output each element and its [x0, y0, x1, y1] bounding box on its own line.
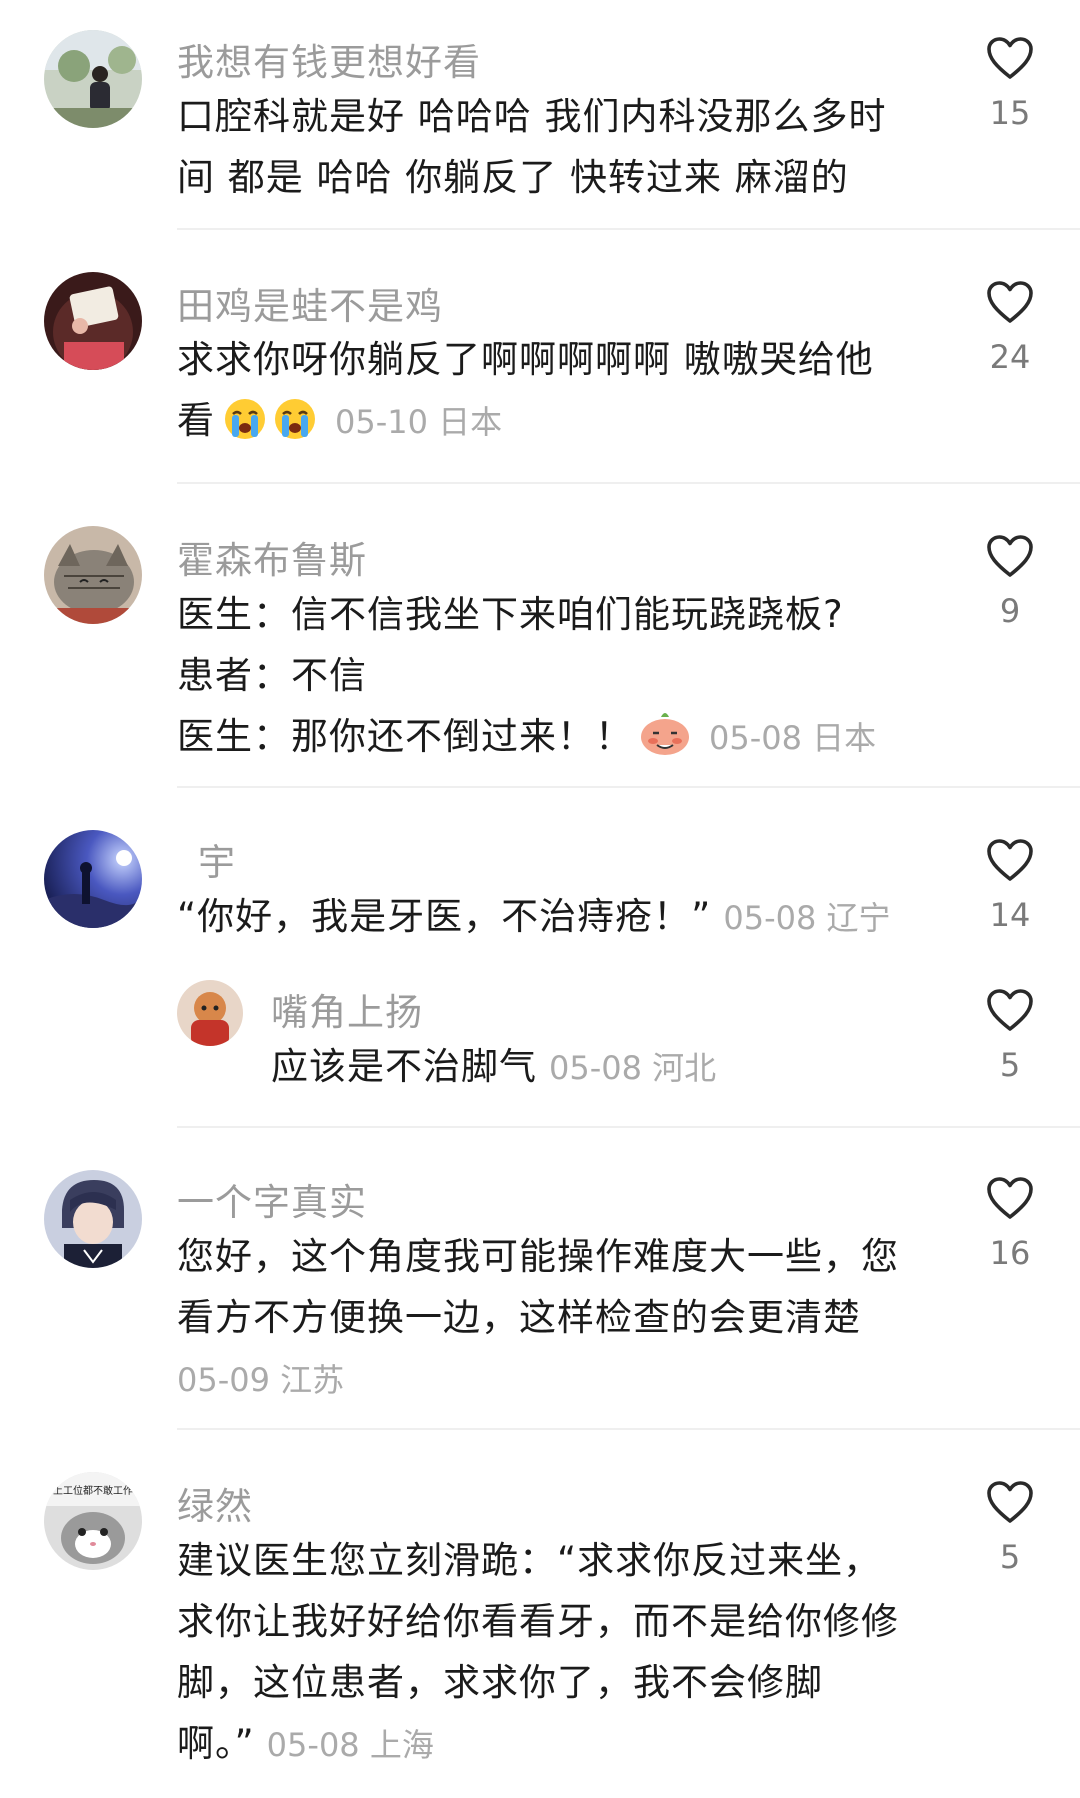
comment-text: “你好，我是牙医，不治痔疮！” 05-08 辽宁	[177, 895, 891, 938]
embarrassed-emoji-icon	[639, 709, 691, 757]
heart-icon[interactable]	[986, 838, 1034, 882]
comment-divider	[177, 482, 1080, 484]
comment-meta: 05-09 江苏	[177, 1361, 345, 1399]
user-avatar[interactable]	[44, 272, 142, 370]
like-count: 14	[989, 896, 1031, 934]
heart-icon[interactable]	[986, 280, 1034, 324]
avatar-caption: 上工位都不敢工作	[53, 1484, 133, 1497]
user-avatar[interactable]: 上工位都不敢工作	[44, 1472, 142, 1570]
user-avatar[interactable]	[44, 1170, 142, 1268]
like-count: 5	[999, 1538, 1021, 1576]
reply-username[interactable]: 嘴角上扬	[271, 982, 423, 1036]
user-avatar[interactable]	[44, 830, 142, 928]
comment-divider	[177, 786, 1080, 788]
username[interactable]: 宇	[198, 832, 236, 886]
heart-icon[interactable]	[986, 988, 1034, 1032]
like-count: 24	[989, 338, 1031, 376]
comment-divider	[177, 228, 1080, 230]
like-count: 16	[989, 1234, 1031, 1272]
heart-icon[interactable]	[986, 1480, 1034, 1524]
like-count: 5	[999, 1046, 1021, 1084]
comment-meta: 05-10 日本	[335, 403, 503, 441]
like-button[interactable]: 24	[975, 280, 1045, 376]
reply-like-button[interactable]: 5	[975, 988, 1045, 1084]
comment-meta: 05-08 辽宁	[723, 899, 891, 937]
comment-text: 您好，这个角度我可能操作难度大一些，您 看方不方便换一边，这样检查的会更清楚 0…	[177, 1235, 899, 1399]
heart-icon[interactable]	[986, 36, 1034, 80]
comment-text: 口腔科就是好 哈哈哈 我们内科没那么多时 间 都是 哈哈 你躺反了 快转过来 麻…	[177, 95, 887, 199]
reply-avatar[interactable]	[177, 980, 243, 1046]
username[interactable]: 绿然	[177, 1476, 253, 1530]
like-button[interactable]: 16	[975, 1176, 1045, 1272]
user-avatar[interactable]	[44, 30, 142, 128]
username[interactable]: 田鸡是蛙不是鸡	[177, 276, 443, 330]
like-button[interactable]: 9	[975, 534, 1045, 630]
like-button[interactable]: 14	[975, 838, 1045, 934]
like-button[interactable]: 5	[975, 1480, 1045, 1576]
username[interactable]: 我想有钱更想好看	[177, 32, 481, 86]
comment-text: 求求你呀你躺反了啊啊啊啊啊 嗷嗷哭给他 看 05-10 日本	[177, 338, 874, 442]
username[interactable]: 霍森布鲁斯	[177, 530, 367, 584]
heart-icon[interactable]	[986, 1176, 1034, 1220]
username[interactable]: 一个字真实	[177, 1172, 367, 1226]
comment-text: 医生：信不信我坐下来咱们能玩跷跷板? 患者：不信 医生：那你还不倒过来！！ 05…	[177, 593, 877, 758]
comment-text: 建议医生您立刻滑跪：“求求你反过来坐， 求你让我好好给你看看牙，而不是给你修修 …	[177, 1539, 899, 1765]
crying-emoji-icon	[273, 397, 317, 441]
comment-meta: 05-08 上海	[266, 1726, 434, 1764]
crying-emoji-icon	[223, 397, 267, 441]
reply-text: 应该是不治脚气 05-08 河北	[271, 1045, 717, 1088]
comment-meta: 05-08 日本	[709, 719, 877, 757]
heart-icon[interactable]	[986, 534, 1034, 578]
like-button[interactable]: 15	[975, 36, 1045, 132]
reply-meta: 05-08 河北	[549, 1049, 717, 1087]
like-count: 9	[999, 592, 1021, 630]
comment-divider	[177, 1126, 1080, 1128]
like-count: 15	[989, 94, 1031, 132]
user-avatar[interactable]	[44, 526, 142, 624]
comment-divider	[177, 1428, 1080, 1430]
